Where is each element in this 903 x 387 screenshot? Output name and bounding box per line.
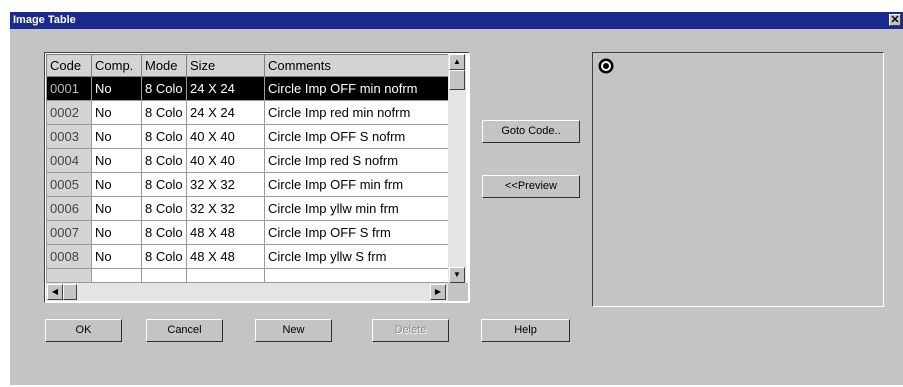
cell-mode[interactable]: 8 Colo (141, 244, 187, 269)
image-grid: Code Comp. Mode Size Comments 0001 No 8 Co… (44, 52, 470, 303)
new-button[interactable]: New (255, 319, 332, 342)
scrollbar-corner (448, 283, 468, 301)
cell-comp[interactable]: No (91, 76, 142, 101)
cell-mode[interactable]: 8 Colo (141, 172, 187, 197)
ok-button[interactable]: OK (45, 319, 122, 342)
cancel-button[interactable]: Cancel (146, 319, 223, 342)
cell-mode[interactable]: 8 Colo (141, 196, 187, 221)
cell-comments (264, 268, 465, 283)
image-table-dialog: Image Table ✕ Code Comp. Mode Size Comme… (10, 12, 903, 385)
cell-mode[interactable]: 8 Colo (141, 220, 187, 245)
table-row[interactable]: 0004 No 8 Colo 40 X 40 Circle Imp red S nofr… (46, 148, 465, 173)
grid-viewport: Code Comp. Mode Size Comments 0001 No 8 Co… (46, 54, 468, 301)
image-preview-pane (592, 52, 884, 307)
cell-comments[interactable]: Circle Imp OFF min nofrm (264, 76, 465, 101)
preview-button[interactable]: <<Preview (482, 175, 580, 198)
column-header-size[interactable]: Size (186, 54, 265, 77)
table-row[interactable]: 0006 No 8 Colo 32 X 32 Circle Imp yllw min f… (46, 196, 465, 221)
vertical-scrollbar[interactable]: ▲ ▼ (448, 54, 466, 285)
title-bar[interactable]: Image Table ✕ (10, 12, 903, 29)
close-icon: ✕ (890, 14, 900, 26)
close-button[interactable]: ✕ (889, 14, 901, 26)
column-header-comments[interactable]: Comments (264, 54, 465, 77)
cell-mode[interactable]: 8 Colo (141, 76, 187, 101)
cell-size[interactable]: 48 X 48 (186, 244, 265, 269)
cell-size[interactable]: 40 X 40 (186, 124, 265, 149)
cell-size[interactable]: 32 X 32 (186, 172, 265, 197)
cell-code[interactable]: 0006 (46, 196, 92, 221)
cell-comp[interactable]: No (91, 100, 142, 125)
cell-comp[interactable]: No (91, 220, 142, 245)
cell-size[interactable]: 24 X 24 (186, 76, 265, 101)
cell-comments[interactable]: Circle Imp OFF min frm (264, 172, 465, 197)
cell-code[interactable]: 0005 (46, 172, 92, 197)
cell-size[interactable]: 32 X 32 (186, 196, 265, 221)
table-row[interactable]: 0008 No 8 Colo 48 X 48 Circle Imp yllw S frm (46, 244, 465, 269)
column-header-code[interactable]: Code (46, 54, 92, 77)
table-row[interactable]: 0007 No 8 Colo 48 X 48 Circle Imp OFF S frm (46, 220, 465, 245)
cell-comments[interactable]: Circle Imp red S nofrm (264, 148, 465, 173)
cell-comp[interactable]: No (91, 244, 142, 269)
horizontal-scrollbar[interactable]: ◀ ▶ (46, 283, 448, 301)
help-button[interactable]: Help (481, 319, 570, 342)
scroll-right-button[interactable]: ▶ (430, 284, 446, 300)
cell-code[interactable]: 0007 (46, 220, 92, 245)
horizontal-scroll-thumb[interactable] (63, 284, 77, 300)
cell-mode[interactable]: 8 Colo (141, 148, 187, 173)
cell-size (186, 268, 265, 283)
cell-code (46, 268, 92, 283)
cell-comments[interactable]: Circle Imp yllw min frm (264, 196, 465, 221)
scroll-left-button[interactable]: ◀ (47, 284, 63, 300)
cell-code[interactable]: 0008 (46, 244, 92, 269)
vertical-scroll-thumb[interactable] (449, 70, 465, 90)
cell-comments[interactable]: Circle Imp OFF S frm (264, 220, 465, 245)
cell-size[interactable]: 40 X 40 (186, 148, 265, 173)
column-header-mode[interactable]: Mode (141, 54, 187, 77)
cell-mode (141, 268, 187, 283)
table-body: 0001 No 8 Colo 24 X 24 Circle Imp OFF min no… (46, 76, 465, 283)
table-row-partial (46, 268, 465, 283)
cell-comp[interactable]: No (91, 196, 142, 221)
goto-code-button[interactable]: Goto Code.. (482, 120, 580, 143)
cell-comp (91, 268, 142, 283)
scroll-down-button[interactable]: ▼ (449, 267, 465, 283)
cell-mode[interactable]: 8 Colo (141, 100, 187, 125)
delete-button: Delete (372, 319, 449, 342)
cell-comp[interactable]: No (91, 172, 142, 197)
cell-comments[interactable]: Circle Imp OFF S nofrm (264, 124, 465, 149)
cell-comments[interactable]: Circle Imp yllw S frm (264, 244, 465, 269)
cell-size[interactable]: 48 X 48 (186, 220, 265, 245)
cell-code[interactable]: 0002 (46, 100, 92, 125)
cell-comp[interactable]: No (91, 124, 142, 149)
scroll-up-button[interactable]: ▲ (449, 54, 465, 70)
column-header-comp[interactable]: Comp. (91, 54, 142, 77)
circle-image-preview-icon (598, 58, 614, 74)
table-header: Code Comp. Mode Size Comments (46, 54, 465, 77)
cell-code[interactable]: 0004 (46, 148, 92, 173)
table-row[interactable]: 0001 No 8 Colo 24 X 24 Circle Imp OFF min no… (46, 76, 465, 101)
window-title: Image Table (13, 14, 76, 26)
cell-size[interactable]: 24 X 24 (186, 100, 265, 125)
table-row[interactable]: 0003 No 8 Colo 40 X 40 Circle Imp OFF S nofr… (46, 124, 465, 149)
image-table: Code Comp. Mode Size Comments 0001 No 8 Co… (46, 54, 465, 283)
cell-comp[interactable]: No (91, 148, 142, 173)
cell-comments[interactable]: Circle Imp red min nofrm (264, 100, 465, 125)
table-row[interactable]: 0002 No 8 Colo 24 X 24 Circle Imp red min no… (46, 100, 465, 125)
cell-mode[interactable]: 8 Colo (141, 124, 187, 149)
table-row[interactable]: 0005 No 8 Colo 32 X 32 Circle Imp OFF min fr… (46, 172, 465, 197)
cell-code[interactable]: 0003 (46, 124, 92, 149)
cell-code[interactable]: 0001 (46, 76, 92, 101)
